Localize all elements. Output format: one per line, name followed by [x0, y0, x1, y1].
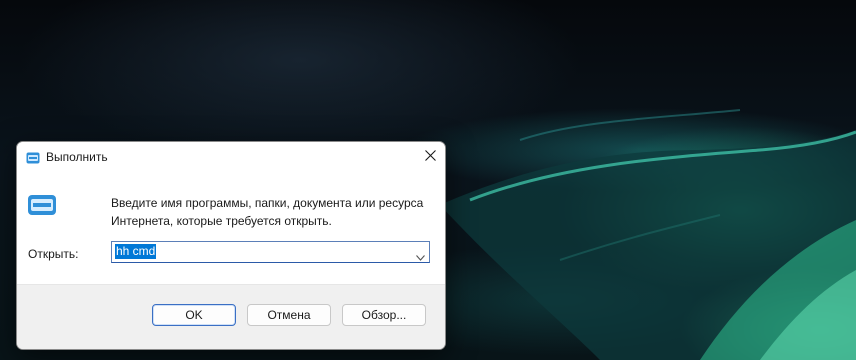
run-icon: [26, 151, 40, 169]
close-button[interactable]: [415, 142, 445, 172]
description-line-1: Введите имя программы, папки, документа …: [111, 196, 424, 210]
ok-button[interactable]: OK: [152, 304, 236, 326]
dialog-description: Введите имя программы, папки, документа …: [111, 194, 423, 230]
dialog-footer: OK Отмена Обзор...: [17, 284, 445, 349]
dialog-body: Введите имя программы, папки, документа …: [17, 172, 445, 285]
command-input-value: hh cmd: [115, 244, 157, 259]
close-icon: [424, 148, 436, 166]
title-bar: Выполнить: [17, 142, 445, 172]
browse-button[interactable]: Обзор...: [342, 304, 426, 326]
open-label: Открыть:: [28, 247, 79, 261]
dialog-title: Выполнить: [46, 150, 108, 164]
chevron-down-icon[interactable]: [416, 248, 425, 266]
run-dialog: Выполнить Введите имя программы, папки, …: [16, 141, 446, 350]
run-icon: [27, 194, 57, 221]
command-input[interactable]: hh cmd: [111, 241, 430, 263]
cancel-button[interactable]: Отмена: [247, 304, 331, 326]
description-line-2: Интернета, которые требуется открыть.: [111, 214, 332, 228]
